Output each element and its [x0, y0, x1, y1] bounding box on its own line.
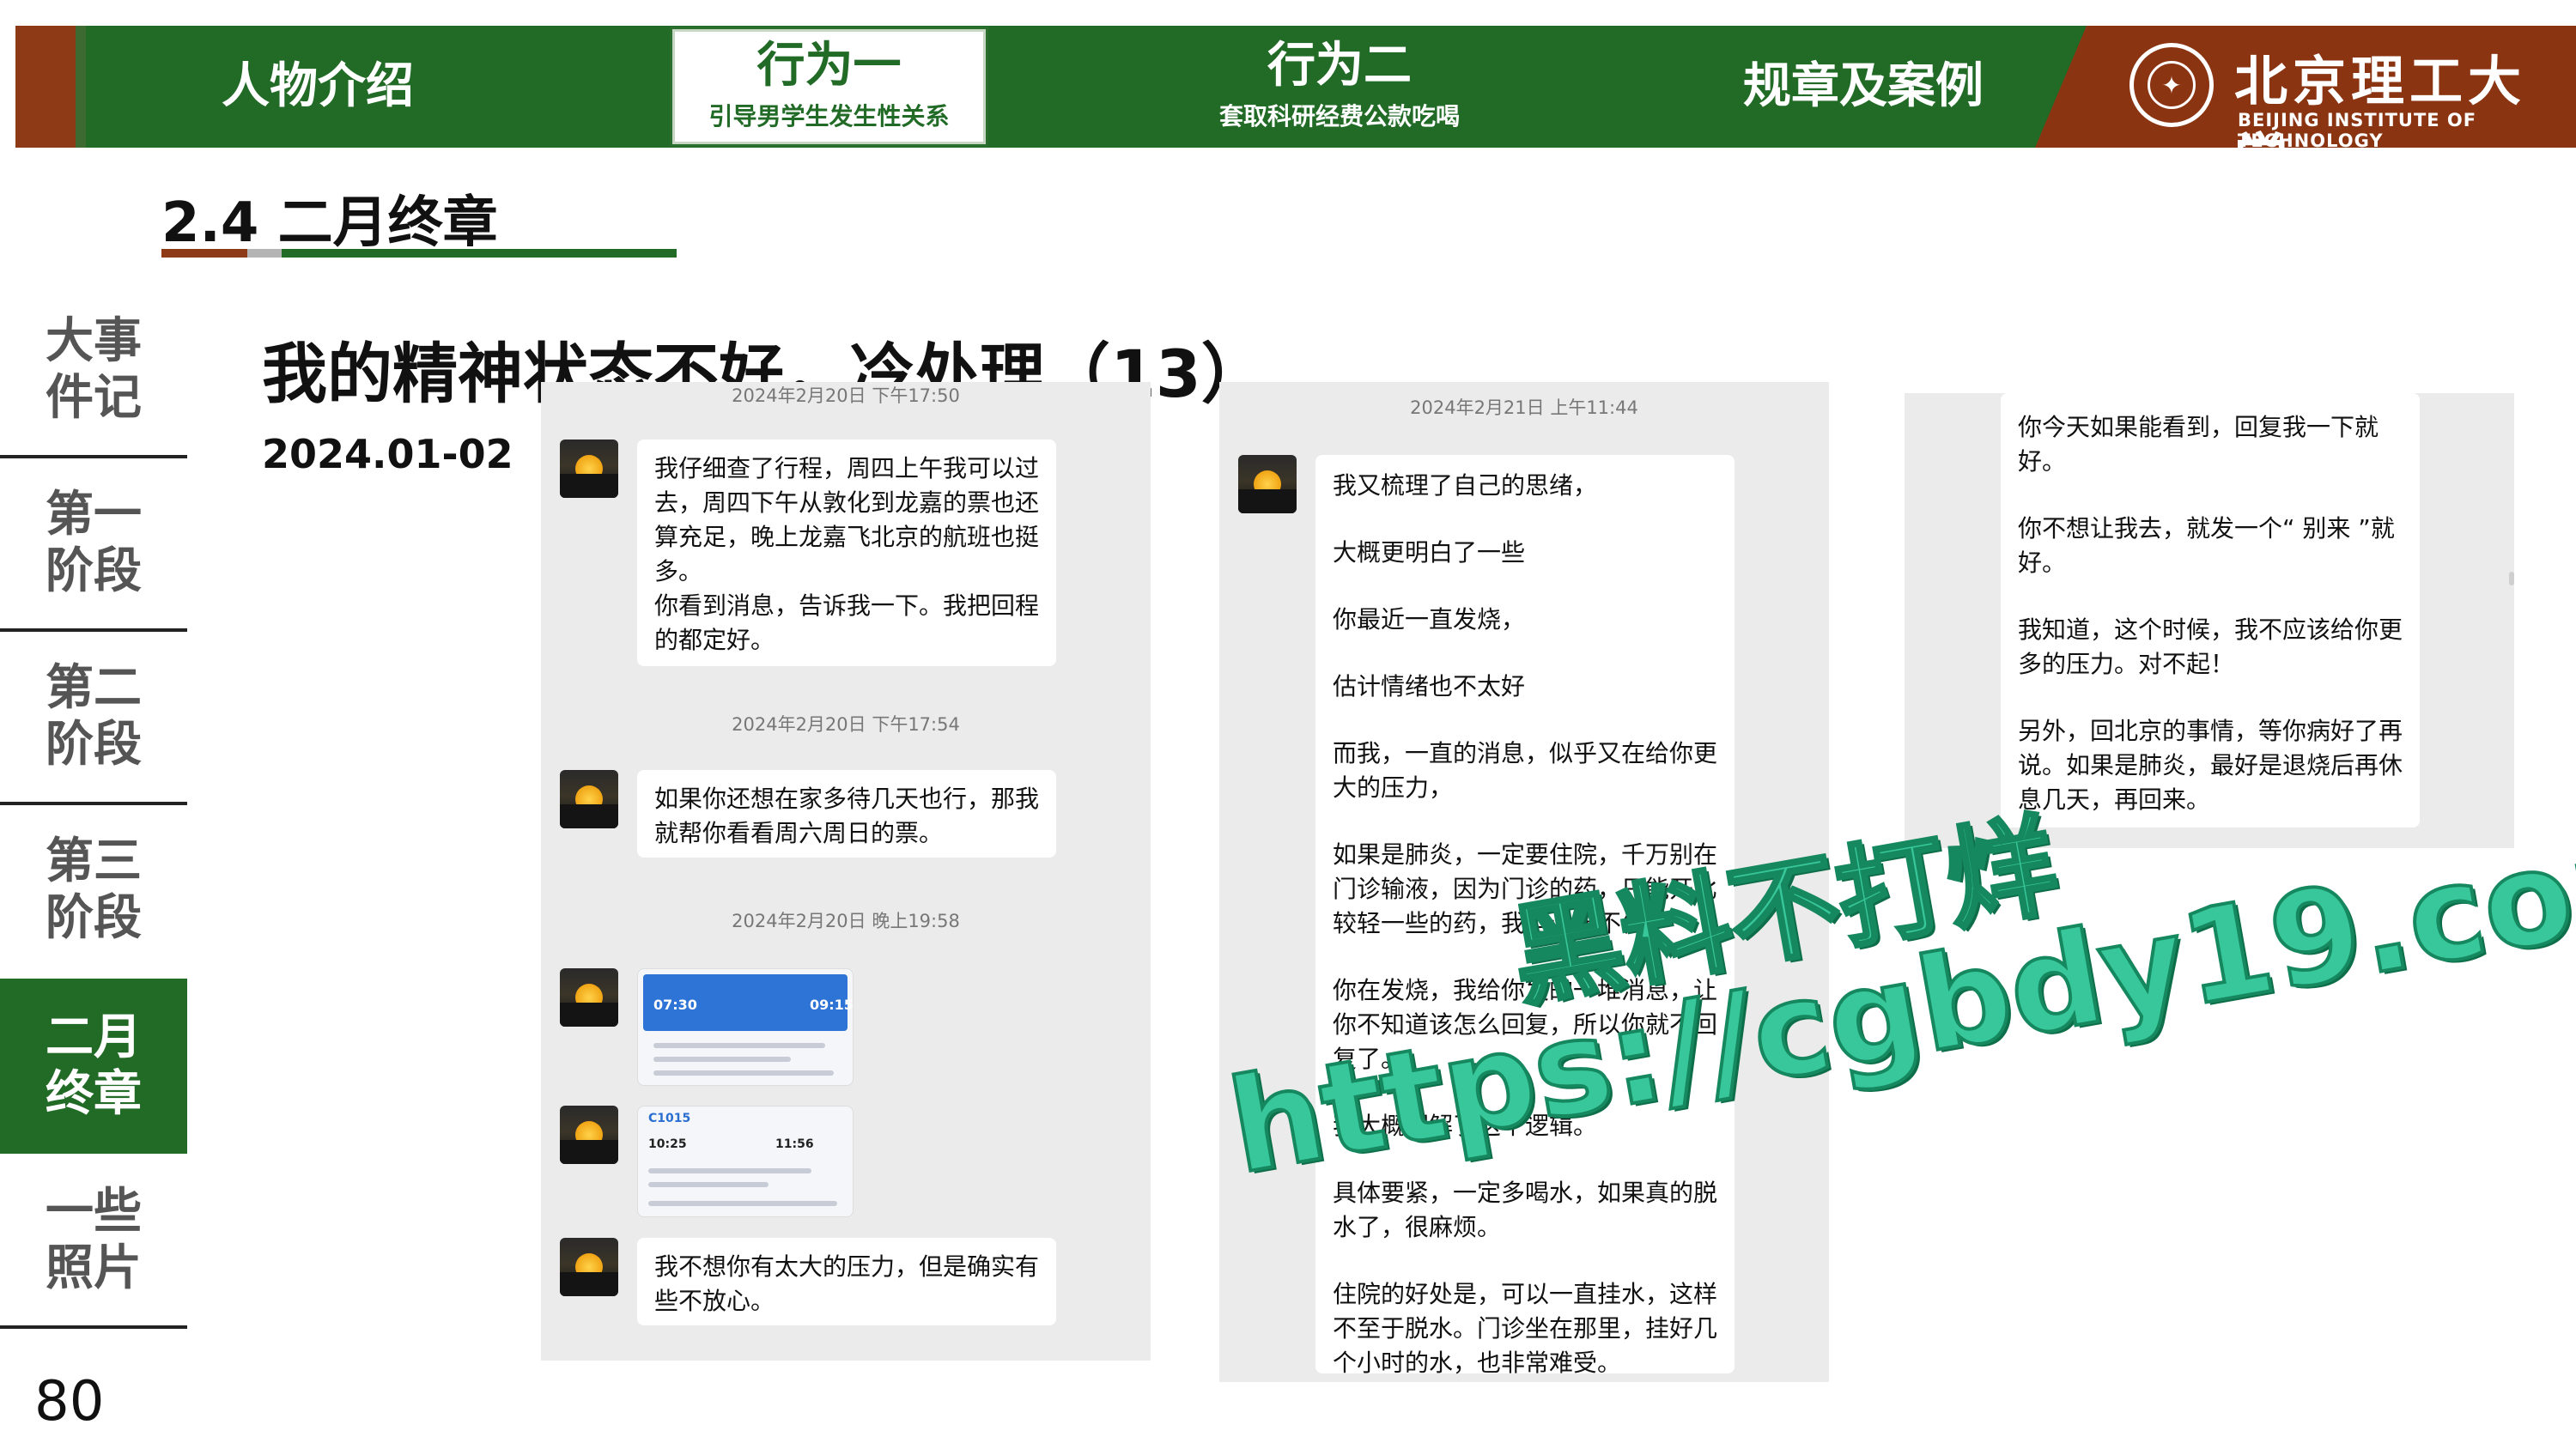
nav-tab-label: 行为二 [1267, 37, 1412, 94]
sunset-avatar-icon [560, 1106, 618, 1164]
chat-paragraph: 另外，回北京的事情，等你病好了再说。如果是肺炎，最好是退烧后再休息几天，再回来。 [2018, 717, 2403, 814]
top-nav-bar: 人物介绍 行为一 引导男学生发生性关系 行为二 套取科研经费公款吃喝 规章及案例… [0, 26, 2576, 148]
chat-timestamp: 2024年2月20日 下午17:54 [732, 714, 960, 735]
date-range: 2024.01-02 [262, 431, 513, 477]
sidebar-divider [0, 1325, 187, 1329]
chat-paragraph: 你不想让我去，就发一个“ 别来 ”就好。 [2018, 514, 2395, 577]
sidebar-item-label: 第一阶段 [46, 486, 142, 599]
flight-ticket-image[interactable]: 07:30 09:15 [637, 968, 854, 1086]
sidebar-item-february-finale[interactable]: 二月终章 [0, 979, 187, 1154]
nav-tab-rules-cases[interactable]: 规章及案例 [1717, 26, 2009, 148]
section-title: 2.4 二月终章 [161, 191, 498, 255]
chat-paragraph: 估计情绪也不太好 [1333, 672, 1526, 700]
nav-tab-label: 人物介绍 [222, 58, 414, 114]
chat-paragraph: 大概更明白了一些 [1333, 538, 1526, 567]
sidebar-item-label: 二月终章 [46, 1009, 142, 1122]
sunset-avatar-icon [560, 440, 618, 498]
nav-tab-person-intro[interactable]: 人物介绍 [172, 26, 464, 148]
seal-emblem-icon: ✦ [2148, 61, 2196, 109]
sidebar-item-stage-three[interactable]: 第三阶段 [0, 805, 187, 975]
university-seal-icon: ✦ [2129, 43, 2214, 127]
sidebar-item-photos[interactable]: 一些照片 [0, 1155, 187, 1325]
chat-paragraph: 住院的好处是，可以一直挂水，这样不至于脱水。门诊坐在那里，挂好几个小时的水，也非… [1333, 1280, 1718, 1377]
sidebar-item-label: 第二阶段 [46, 659, 142, 773]
train-ticket-image[interactable]: C1015 10:25 11:56 [637, 1106, 854, 1217]
chat-timestamp: 2024年2月21日 上午11:44 [1410, 397, 1638, 418]
nav-tab-behavior-one[interactable]: 行为一 引导男学生发生性关系 [672, 29, 986, 144]
sidebar-item-label: 大事件记 [46, 312, 142, 426]
chat-timestamp: 2024年2月20日 晚上19:58 [732, 911, 960, 931]
sidebar-item-timeline[interactable]: 大事件记 [0, 285, 187, 455]
nav-tab-behavior-two[interactable]: 行为二 套取科研经费公款吃喝 [1176, 26, 1503, 148]
chat-message: 我仔细查了行程，周四上午我可以过去，周四下午从敦化到龙嘉的票也还算充足，晚上龙嘉… [637, 440, 1056, 666]
nav-tab-sublabel: 套取科研经费公款吃喝 [1218, 102, 1460, 131]
nav-left-gap [76, 26, 86, 148]
sunset-avatar-icon [1238, 455, 1297, 513]
panel-scrollbar[interactable] [2509, 572, 2514, 585]
chat-paragraph: 具体要紧，一定多喝水，如果真的脱水了，很麻烦。 [1333, 1179, 1718, 1241]
chat-paragraph: 我知道，这个时候，我不应该给你更多的压力。对不起！ [2018, 615, 2403, 678]
flight-arrive-time: 09:15 [810, 997, 854, 1013]
nav-tab-sublabel: 引导男学生发生性关系 [708, 102, 950, 131]
sunset-avatar-icon [560, 770, 618, 828]
chat-screenshot-3: 你今天如果能看到，回复我一下就好。 你不想让我去，就发一个“ 别来 ”就好。 我… [1905, 393, 2514, 848]
train-depart-time: 10:25 [648, 1137, 687, 1151]
chat-paragraph: 我又梳理了自己的思绪， [1333, 471, 1598, 500]
nav-tab-label: 行为一 [756, 37, 902, 94]
university-name-en: BEIJING INSTITUTE OF TECHNOLOGY [2238, 110, 2477, 151]
university-brand: ✦ 北京理工大学 BEIJING INSTITUTE OF TECHNOLOGY [2035, 26, 2576, 148]
train-number: C1015 [648, 1112, 691, 1125]
chat-paragraph: 你最近一直发烧， [1333, 605, 1526, 634]
nav-left-accent [15, 26, 76, 148]
chat-paragraph: 你今天如果能看到，回复我一下就好。 [2018, 413, 2379, 476]
sunset-avatar-icon [560, 968, 618, 1027]
sidebar-item-label: 第三阶段 [46, 833, 142, 946]
chat-message: 如果你还想在家多待几天也行，那我就帮你看看周六周日的票。 [637, 770, 1056, 858]
chat-paragraph: 而我，一直的消息，似乎又在给你更大的压力， [1333, 739, 1718, 802]
sidebar-item-label: 一些照片 [46, 1183, 142, 1296]
section-underline [161, 249, 677, 258]
chat-message: 我不想你有太大的压力，但是确实有些不放心。 [637, 1238, 1056, 1325]
sidebar-item-stage-one[interactable]: 第一阶段 [0, 458, 187, 628]
train-arrive-time: 11:56 [775, 1137, 814, 1151]
sunset-avatar-icon [560, 1238, 618, 1296]
sidebar-item-stage-two[interactable]: 第二阶段 [0, 632, 187, 802]
page-number: 80 [34, 1370, 105, 1434]
chat-timestamp: 2024年2月20日 下午17:50 [732, 385, 960, 406]
nav-tab-label: 规章及案例 [1743, 58, 1984, 114]
chat-screenshot-1: 2024年2月20日 下午17:50 我仔细查了行程，周四上午我可以过去，周四下… [541, 382, 1151, 1361]
flight-depart-time: 07:30 [653, 997, 697, 1013]
chat-message-long: 你今天如果能看到，回复我一下就好。 你不想让我去，就发一个“ 别来 ”就好。 我… [2001, 393, 2420, 828]
